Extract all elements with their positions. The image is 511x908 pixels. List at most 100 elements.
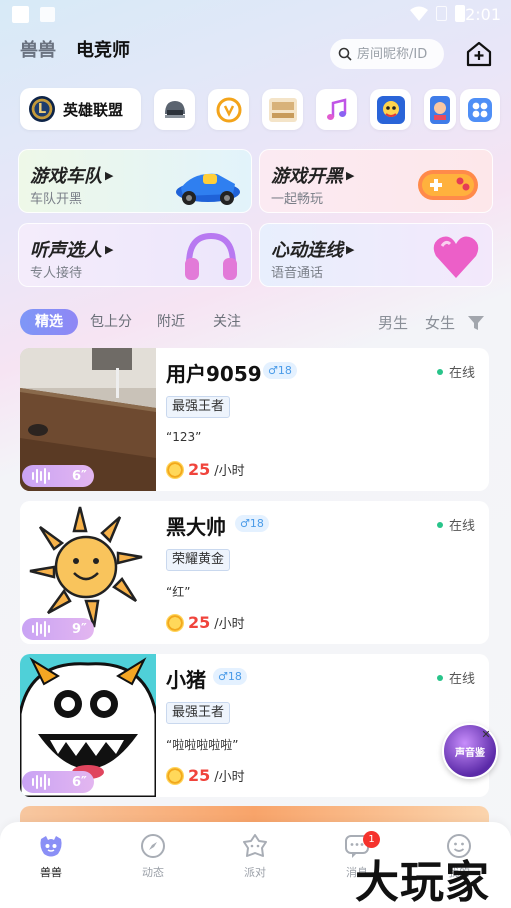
search-icon (338, 47, 352, 61)
user-name: 黑大帅 (166, 515, 226, 539)
status-time: 2:01 (465, 5, 501, 24)
online-status: 在线 (437, 515, 475, 534)
race-car-icon (176, 173, 240, 205)
app-notification-icon (40, 7, 55, 22)
sim-icon (436, 6, 447, 21)
nav-item-feed[interactable]: 动态 (123, 833, 183, 880)
filter-tab-rank-boost[interactable]: 包上分 (90, 309, 132, 335)
filter-funnel-icon[interactable] (467, 314, 485, 332)
watermark: 大玩家 (355, 857, 490, 908)
category-title: 游戏车队 ▶ (30, 166, 114, 187)
nav-item-party[interactable]: 派对 (225, 833, 285, 880)
nav-label: 动态 (142, 866, 164, 879)
coin-icon (166, 460, 184, 479)
price-row: 25 /小时 (166, 766, 245, 785)
headphones-icon (185, 232, 237, 280)
category-game-team[interactable]: 游戏车队 ▶ 车队开黑 (18, 149, 252, 213)
filter-male[interactable]: 男生 (378, 309, 408, 337)
board-game-icon[interactable] (262, 89, 303, 130)
battery-icon (455, 5, 465, 22)
price-unit: /小时 (214, 464, 245, 479)
voice-wave-icon (32, 621, 50, 637)
coin-icon (166, 766, 184, 785)
game-chip-label: 英雄联盟 (63, 100, 124, 119)
heart-icon (433, 236, 479, 278)
category-heart-connect[interactable]: 心动连线 ▶ 语音通话 (259, 223, 493, 287)
rank-badge: 荣耀黄金 (166, 549, 231, 571)
game-selector: L 英雄联盟 (20, 88, 511, 132)
nav-label: 兽兽 (40, 866, 62, 879)
gender-age-badge: ♂18 (263, 362, 297, 379)
user-name: 用户9059 (166, 362, 262, 386)
rank-badge: 最强王者 (166, 396, 231, 418)
user-name: 小猪 (166, 668, 206, 692)
game-chip-lol[interactable]: L 英雄联盟 (20, 88, 141, 130)
price-row: 25 /小时 (166, 460, 245, 479)
voice-duration: 6″ (72, 468, 87, 484)
category-title: 听声选人 ▶ (30, 240, 114, 261)
filter-female[interactable]: 女生 (425, 309, 455, 337)
user-quote: “123” (166, 430, 202, 444)
voice-intro-button[interactable]: 6″ (22, 465, 94, 487)
price-value: 25 (188, 460, 211, 479)
compass-icon (141, 834, 165, 858)
online-status: 在线 (437, 362, 475, 381)
price-value: 25 (188, 766, 211, 785)
voice-duration: 6″ (72, 774, 87, 790)
search-box[interactable] (330, 39, 444, 69)
floating-ad-text: 声音鉴 (455, 747, 485, 759)
user-photo: 9″ (20, 501, 156, 644)
party-icon (243, 834, 267, 857)
tab-esports[interactable]: 电竞师 (76, 36, 130, 62)
price-value: 25 (188, 613, 211, 632)
user-card[interactable]: 6″ 小猪 ♂18 在线 最强王者 “啦啦啦啦啦” 25 /小时 (20, 654, 489, 797)
nav-label: 派对 (244, 866, 266, 879)
user-quote: “红” (166, 585, 191, 599)
filter-row: 精选 包上分 附近 关注 男生 女生 (20, 309, 491, 337)
overwatch-icon[interactable] (208, 89, 249, 130)
user-quote: “啦啦啦啦啦” (166, 738, 239, 752)
category-title: 游戏开黑 ▶ (271, 166, 355, 187)
voice-wave-icon (32, 468, 50, 484)
category-title: 心动连线 ▶ (271, 240, 355, 261)
price-unit: /小时 (214, 617, 245, 632)
rank-badge: 最强王者 (166, 702, 231, 724)
online-status: 在线 (437, 668, 475, 687)
arena-game-icon[interactable] (370, 89, 411, 130)
user-photo: 6″ (20, 654, 156, 797)
pubg-helmet-icon[interactable] (154, 89, 195, 130)
filter-tab-featured[interactable]: 精选 (20, 309, 78, 335)
beast-icon (40, 836, 62, 857)
user-card[interactable]: 9″ 黑大帅 ♂18 在线 荣耀黄金 “红” 25 /小时 (20, 501, 489, 644)
category-subtitle: 一起畅玩 (271, 192, 324, 207)
filter-tab-following[interactable]: 关注 (213, 309, 241, 335)
create-room-icon[interactable] (464, 39, 494, 69)
voice-duration: 9″ (72, 621, 87, 637)
price-row: 25 /小时 (166, 613, 245, 632)
more-apps-icon[interactable] (460, 89, 500, 130)
search-input[interactable] (357, 46, 437, 62)
music-note-icon[interactable] (316, 89, 357, 130)
voice-intro-button[interactable]: 9″ (22, 618, 94, 640)
wifi-icon (410, 6, 428, 21)
user-photo: 6″ (20, 348, 156, 491)
top-tabs: 兽兽 电竞师 (20, 36, 130, 62)
gender-age-badge: ♂18 (213, 668, 247, 685)
close-icon[interactable]: ✕ (479, 728, 493, 742)
nav-item-shoushou[interactable]: 兽兽 (21, 833, 81, 880)
voice-wave-icon (32, 774, 50, 790)
gamepad-icon (418, 170, 478, 200)
coin-icon (166, 613, 184, 632)
category-game-play[interactable]: 游戏开黑 ▶ 一起畅玩 (259, 149, 493, 213)
category-voice-select[interactable]: 听声选人 ▶ 专人接待 (18, 223, 252, 287)
gender-age-badge: ♂18 (235, 515, 269, 532)
category-subtitle: 语音通话 (271, 266, 324, 281)
mobile-game-icon[interactable] (424, 89, 456, 130)
filter-tab-nearby[interactable]: 附近 (157, 309, 185, 335)
user-card[interactable]: 6″ 用户9059 ♂18 在线 最强王者 “123” 25 /小时 (20, 348, 489, 491)
notification-icon (12, 6, 29, 23)
tab-shoushou[interactable]: 兽兽 (20, 36, 56, 62)
price-unit: /小时 (214, 770, 245, 785)
voice-intro-button[interactable]: 6″ (22, 771, 94, 793)
category-subtitle: 车队开黑 (30, 192, 83, 207)
